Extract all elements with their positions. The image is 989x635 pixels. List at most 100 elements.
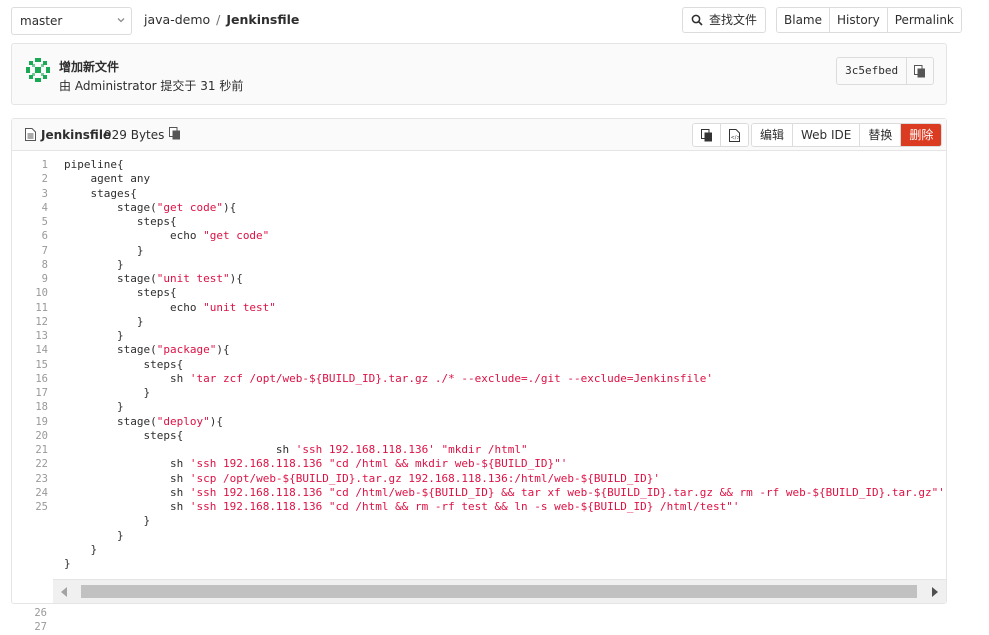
copy-contents-button[interactable] [693,124,721,146]
line-number[interactable]: 22 [12,457,54,471]
file-name: Jenkinsfile [41,128,112,142]
line-number[interactable]: 7 [12,244,54,258]
copy-sha-button[interactable] [907,58,933,84]
line-number[interactable]: 17 [12,386,54,400]
line-number[interactable]: 12 [12,315,54,329]
breadcrumb: java-demo / Jenkinsfile [144,12,299,27]
code-line: } [64,315,945,329]
code-text: sh [64,485,190,499]
code-line: sh 'ssh 192.168.118.136' "mkdir /html" [64,443,945,457]
line-number[interactable]: 6 [12,229,54,243]
open-raw-button[interactable]: </> [721,124,748,146]
edit-button[interactable]: 编辑 [752,124,794,146]
breadcrumb-file[interactable]: Jenkinsfile [226,12,299,27]
code-line: steps{ [64,429,945,443]
code-string: 'ssh 192.168.118.136 "cd /html && rm -rf… [189,500,740,513]
code-line: stage("deploy"){ [64,415,945,429]
code-text: sh [64,471,190,485]
chevron-down-icon [117,18,125,23]
commit-title[interactable]: 增加新文件 [59,58,119,75]
commit-sha[interactable]: 3c5efbed [837,58,908,84]
line-number[interactable]: 1 [12,158,54,172]
line-number[interactable]: 19 [12,415,54,429]
code-text: stages{ [64,186,137,200]
line-number[interactable]: 21 [12,443,54,457]
line-number[interactable]: 16 [12,372,54,386]
copy-path-icon[interactable] [169,127,181,140]
file-icon [25,128,36,141]
code-text: agent any [64,172,151,186]
line-numbers-below: 26 27 [11,606,53,635]
code-string: "get code" [156,200,223,214]
line-number[interactable]: 10 [12,286,54,300]
code-text: ){ [216,343,230,357]
code-text: steps{ [64,286,177,300]
code-text: } [64,314,144,328]
raw-file-icon: </> [729,128,740,142]
code-line: } [64,557,945,571]
line-number[interactable]: 11 [12,301,54,315]
replace-button[interactable]: 替换 [860,124,902,146]
code-line: sh 'tar zcf /opt/web-${BUILD_ID}.tar.gz … [64,372,945,386]
code-line: sh 'ssh 192.168.118.136 "cd /html && rm … [64,500,945,514]
code-text: } [64,514,151,528]
scrollbar-thumb[interactable] [81,585,917,598]
code-text: echo [64,300,204,314]
code-line: stage("get code"){ [64,201,945,215]
blame-button[interactable]: Blame [777,8,830,32]
scroll-right-icon[interactable] [932,587,938,597]
code-text: ){ [209,414,223,428]
line-number[interactable]: 24 [12,486,54,500]
code-string: "deploy" [156,414,210,428]
code-line: stage("package"){ [64,343,945,357]
line-number[interactable]: 14 [12,343,54,357]
file-header: Jenkinsfile 929 Bytes </> 编辑 Web IDE 替换 … [12,119,946,151]
line-number[interactable]: 23 [12,472,54,486]
code-text: sh [64,457,190,471]
code-text: steps{ [64,357,184,371]
line-number[interactable]: 20 [12,429,54,443]
commit-sha-group: 3c5efbed [836,57,934,85]
code-line: agent any [64,172,945,186]
code-string: 'ssh 192.168.118.136 "cd /html/web-${BUI… [189,485,945,499]
line-number[interactable]: 5 [12,215,54,229]
line-number[interactable]: 4 [12,201,54,215]
code-line: } [64,400,945,414]
line-number[interactable]: 25 [12,500,54,514]
code-content: pipeline{ agent any stages{ stage("get c… [64,158,945,571]
code-text: } [64,243,144,257]
breadcrumb-project[interactable]: java-demo [144,12,210,27]
find-file-label: 查找文件 [709,13,758,27]
line-number[interactable]: 8 [12,258,54,272]
line-number[interactable]: 3 [12,187,54,201]
code-text: stage( [64,272,157,285]
avatar[interactable] [26,58,50,82]
code-text: stage( [64,200,157,214]
code-text: sh [64,443,296,456]
code-text: stage( [64,414,157,428]
line-number[interactable]: 26 [11,606,53,620]
scroll-left-icon[interactable] [61,587,67,597]
branch-selector[interactable]: master [11,7,132,35]
code-line: steps{ [64,215,945,229]
line-number[interactable]: 2 [12,172,54,186]
line-number[interactable]: 15 [12,358,54,372]
code-text: steps{ [64,215,177,228]
code-string: "unit test" [203,300,276,314]
code-line: } [64,529,945,543]
line-number[interactable]: 27 [11,620,53,634]
permalink-button[interactable]: Permalink [887,8,961,32]
web-ide-button[interactable]: Web IDE [793,124,861,146]
line-numbers: 1 2 3 4 5 6 7 8 9 10 11 12 13 14 15 16 17 18 19 20 21 22 23 24 2… [12,158,54,514]
history-button[interactable]: History [830,8,888,32]
line-number[interactable]: 9 [12,272,54,286]
delete-button[interactable]: 删除 [901,124,942,146]
line-number[interactable]: 13 [12,329,54,343]
file-holder: Jenkinsfile 929 Bytes </> 编辑 Web IDE 替换 … [11,118,947,604]
find-file-button[interactable]: 查找文件 [682,7,766,33]
line-number[interactable]: 18 [12,400,54,414]
horizontal-scrollbar[interactable] [53,579,946,603]
code-text: } [64,528,124,542]
file-icon-buttons: </> [692,123,749,147]
code-line: echo "unit test" [64,301,945,315]
